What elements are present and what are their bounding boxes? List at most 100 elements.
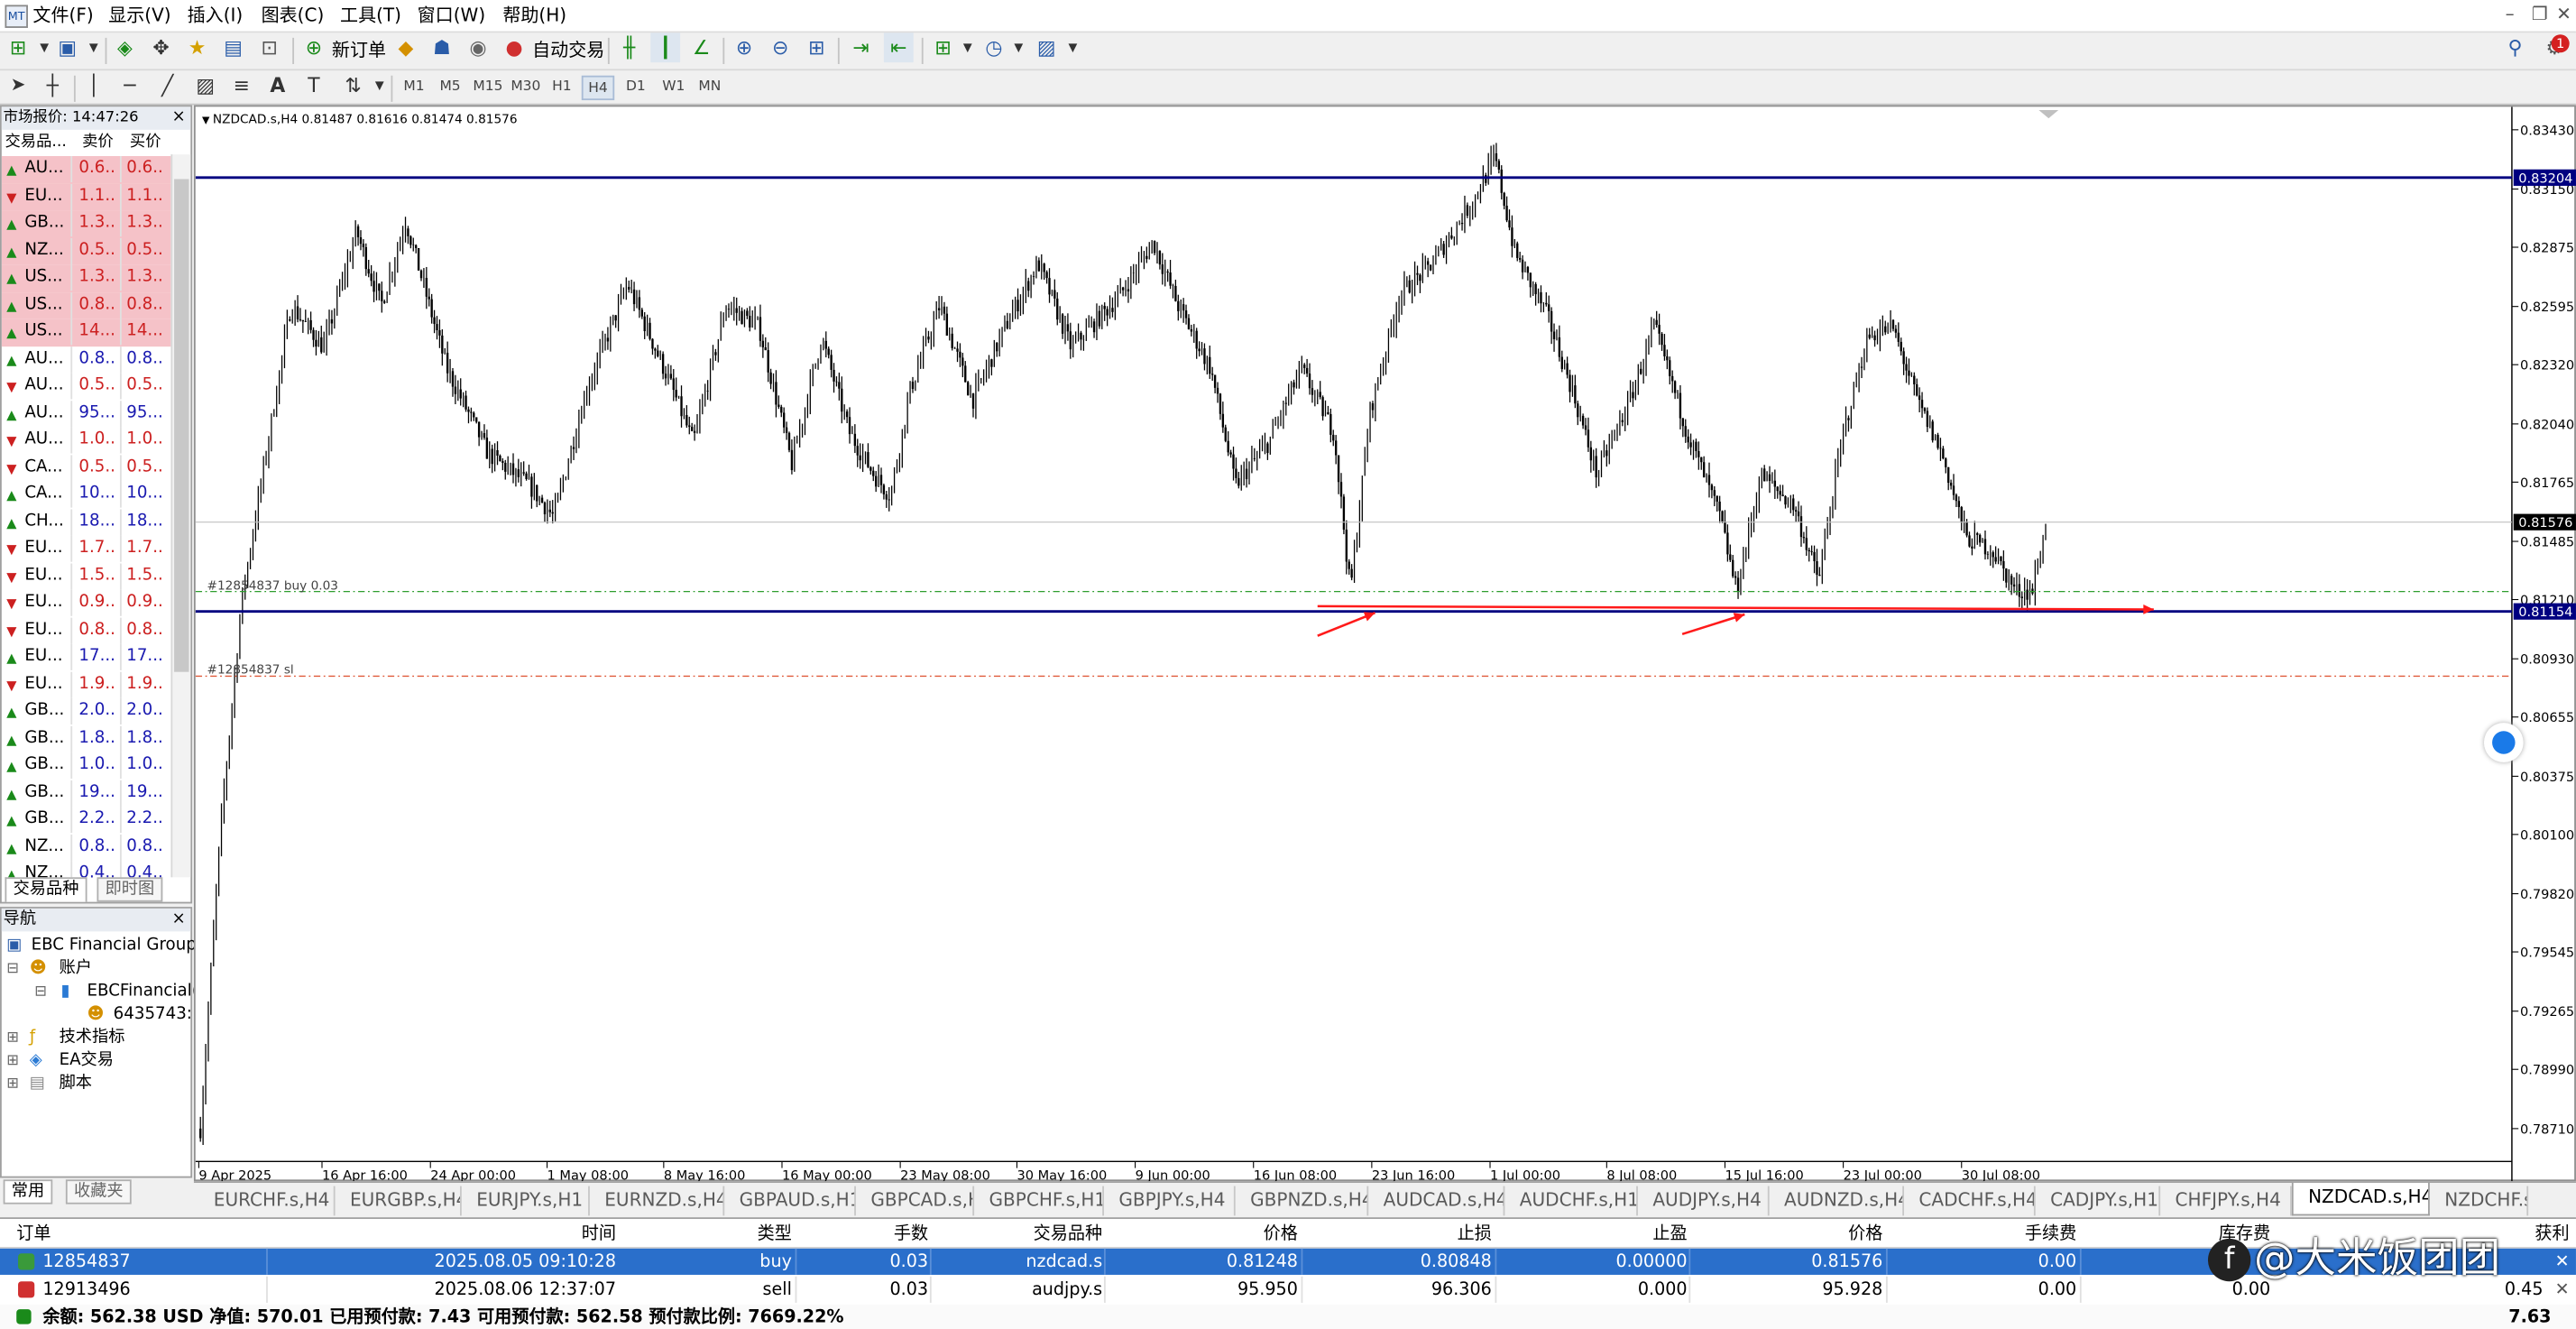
- timeframe-mn[interactable]: MN: [694, 76, 726, 100]
- order-row[interactable]: 12854837 2025.08.05 09:10:28 buy 0.03 nzdcad…: [0, 1248, 2576, 1275]
- menu-insert[interactable]: 插入(I): [188, 5, 244, 27]
- close-order-icon[interactable]: ✕: [2555, 1277, 2570, 1303]
- chart-tab[interactable]: EURJPY.s,H1: [462, 1186, 590, 1216]
- new-chart-icon[interactable]: ⊞: [4, 32, 33, 62]
- menu-tools[interactable]: 工具(T): [340, 5, 401, 27]
- market-watch-icon[interactable]: ◈: [110, 32, 140, 62]
- bar-chart-icon[interactable]: ╫: [614, 32, 644, 62]
- price-chart[interactable]: 0.83430 0.83150 0.82875 0.82595 0.82320 0.820…: [193, 105, 2576, 1183]
- market-watch-row[interactable]: ▲ NZ... 0.5... 0.5...: [1, 237, 171, 265]
- restore-icon[interactable]: ❐: [2532, 4, 2548, 25]
- close-icon[interactable]: ×: [172, 106, 186, 129]
- chart-tab[interactable]: GBPJPY.s,H4: [1104, 1186, 1236, 1216]
- order-row[interactable]: 12913496 2025.08.06 12:37:07 sell 0.03 audjp…: [0, 1276, 2576, 1303]
- market-watch-row[interactable]: ▲ EU... 17... 17...: [2, 643, 171, 671]
- tab-tick-chart[interactable]: 即时图: [97, 877, 163, 902]
- new-order-button[interactable]: 新订单: [332, 38, 386, 64]
- market-watch-row[interactable]: ▲ NZ... 0.8... 0.8...: [2, 834, 171, 861]
- dropdown-arrow-icon[interactable]: ▼: [1058, 32, 1088, 62]
- chart-tab[interactable]: EURGBP.s,H4: [336, 1186, 462, 1216]
- equidistant-channel-icon[interactable]: ▨: [190, 70, 220, 100]
- market-watch-row[interactable]: ▼ EU... 1.5... 1.5...: [2, 562, 171, 590]
- chart-tab[interactable]: CHFJPY.s,H4: [2160, 1186, 2292, 1216]
- column-header[interactable]: 获利: [2535, 1223, 2569, 1245]
- market-watch-row[interactable]: ▲ AU... 0.6... 0.6...: [1, 155, 171, 184]
- scroll-thumb[interactable]: [174, 179, 189, 672]
- navigator-icon[interactable]: ★: [182, 32, 212, 62]
- market-watch-row[interactable]: ▲ GB... 1.8... 1.8...: [2, 724, 171, 752]
- column-bid[interactable]: 卖价: [82, 132, 114, 154]
- market-watch-row[interactable]: ▼ EU... 0.8... 0.8...: [2, 616, 171, 644]
- expand-icon[interactable]: ⊞: [6, 1049, 19, 1072]
- column-header[interactable]: 手数: [894, 1223, 928, 1245]
- market-watch-row[interactable]: ▲ AU... 0.8... 0.8...: [2, 346, 171, 373]
- dropdown-arrow-icon[interactable]: ▼: [952, 32, 982, 62]
- zoom-in-icon[interactable]: ⊕: [730, 32, 759, 62]
- timeframe-h4[interactable]: H4: [581, 75, 615, 101]
- collapse-icon[interactable]: ⊟: [34, 981, 47, 1003]
- market-watch-row[interactable]: ▲ US... 0.8... 0.8...: [1, 291, 171, 319]
- market-watch-row[interactable]: ▲ GB... 2.0... 2.0...: [2, 697, 171, 725]
- tab-common[interactable]: 常用: [3, 1179, 53, 1204]
- market-watch-row[interactable]: ▲ CA... 10... 10...: [2, 481, 171, 508]
- collapse-icon[interactable]: ⊟: [6, 958, 19, 981]
- column-symbol[interactable]: 交易品...: [5, 132, 66, 154]
- chart-shift-icon[interactable]: ⇤: [883, 32, 914, 63]
- ea-label[interactable]: EA交易: [60, 1049, 114, 1072]
- account-server[interactable]: EBCFinancial(: [87, 981, 198, 1003]
- timeframe-m5[interactable]: M5: [434, 76, 466, 100]
- new-order-icon[interactable]: ⊕: [299, 32, 328, 62]
- data-window-icon[interactable]: ✥: [146, 32, 176, 62]
- timeframe-m30[interactable]: M30: [508, 76, 544, 100]
- chart-tab[interactable]: GBPCAD.s,H1: [856, 1186, 975, 1216]
- column-header[interactable]: 手续费: [2025, 1223, 2076, 1245]
- column-header[interactable]: 价格: [1264, 1223, 1298, 1245]
- metaeditor-icon[interactable]: ◆: [391, 32, 420, 62]
- horizontal-line-icon[interactable]: ─: [115, 70, 144, 100]
- market-watch-scrollbar[interactable]: [170, 154, 191, 878]
- indicators-label[interactable]: 技术指标: [60, 1027, 125, 1049]
- market-watch-row[interactable]: ▼ AU... 1.0... 1.0...: [2, 427, 171, 454]
- column-header[interactable]: 时间: [582, 1223, 616, 1245]
- chart-tab[interactable]: GBPAUD.s,H1: [724, 1186, 856, 1216]
- community-icon[interactable]: ☗: [428, 32, 457, 62]
- chart-tab[interactable]: NZDCHF.s,H4: [2430, 1186, 2529, 1216]
- zoom-out-icon[interactable]: ⊖: [766, 32, 796, 62]
- trendline-icon[interactable]: ╱: [152, 70, 182, 100]
- auto-trading-icon[interactable]: ●: [500, 32, 529, 62]
- market-watch-row[interactable]: ▲ CH... 18... 18...: [2, 508, 171, 536]
- market-watch-row[interactable]: ▲ US... 14... 14...: [1, 318, 171, 346]
- autoscroll-icon[interactable]: ⇥: [846, 32, 876, 62]
- timeframe-m15[interactable]: M15: [470, 76, 506, 100]
- close-icon[interactable]: ×: [172, 909, 186, 931]
- market-watch-row[interactable]: ▲ US... 1.3... 1.3...: [1, 264, 171, 292]
- profiles-icon[interactable]: ▣: [52, 32, 82, 62]
- chart-tab[interactable]: CADJPY.s,H1: [2036, 1186, 2161, 1216]
- column-header[interactable]: 订单: [16, 1223, 51, 1245]
- expand-icon[interactable]: ⊞: [6, 1027, 19, 1049]
- column-header[interactable]: 止损: [1458, 1223, 1492, 1245]
- signals-icon[interactable]: ◉: [464, 32, 493, 62]
- market-watch-row[interactable]: ▼ EU... 1.1... 1.1...: [1, 183, 171, 211]
- minimize-icon[interactable]: –: [2506, 4, 2515, 25]
- chat-bubble-button[interactable]: [2483, 723, 2524, 762]
- search-icon[interactable]: ⚲: [2500, 32, 2530, 62]
- tile-windows-icon[interactable]: ⊞: [802, 32, 832, 62]
- chart-tab[interactable]: AUDCHF.s,H1: [1504, 1186, 1638, 1216]
- templates-icon[interactable]: ▨: [1032, 32, 1062, 62]
- market-watch-row[interactable]: ▼ AU... 0.5... 0.5...: [2, 373, 171, 400]
- crosshair-icon[interactable]: ┼: [38, 70, 68, 100]
- dropdown-arrow-icon[interactable]: ▼: [364, 70, 394, 100]
- tab-symbols[interactable]: 交易品种: [5, 877, 87, 902]
- column-header[interactable]: 交易品种: [1034, 1223, 1102, 1245]
- timeframe-m1[interactable]: M1: [398, 76, 430, 100]
- dropdown-arrow-icon[interactable]: ▼: [78, 32, 108, 62]
- market-watch-row[interactable]: ▼ EU... 1.7... 1.7...: [2, 535, 171, 563]
- market-watch-row[interactable]: ▲ GB... 2.2... 2.2...: [2, 807, 171, 834]
- shapes-icon[interactable]: ⇅: [338, 70, 368, 100]
- auto-trading-button[interactable]: 自动交易: [532, 38, 604, 64]
- dropdown-arrow-icon[interactable]: ▼: [1004, 32, 1034, 62]
- fibonacci-icon[interactable]: ≡: [226, 70, 256, 100]
- accounts-label[interactable]: 账户: [60, 958, 92, 981]
- column-header[interactable]: 价格: [1848, 1223, 1882, 1245]
